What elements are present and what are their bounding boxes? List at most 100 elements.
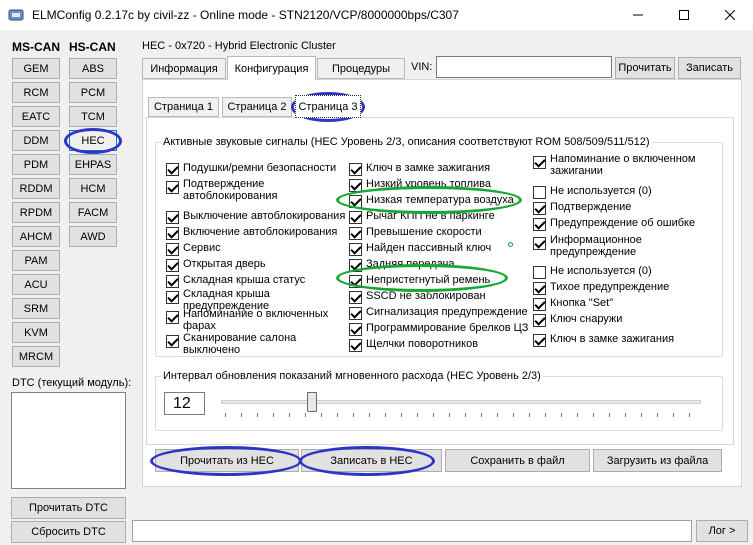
checkbox[interactable] bbox=[533, 156, 546, 169]
maximize-button[interactable] bbox=[661, 0, 707, 30]
module-button-ahcm[interactable]: AHCM bbox=[12, 226, 60, 247]
interval-value-field[interactable]: 12 bbox=[164, 392, 205, 415]
module-button-rpdm[interactable]: RPDM bbox=[12, 202, 60, 223]
interval-group-title: Интервал обновления показаний мгновенног… bbox=[161, 370, 543, 382]
vin-write-button[interactable]: Записать bbox=[678, 57, 741, 79]
checkbox[interactable] bbox=[533, 186, 546, 199]
module-header: HEC - 0x720 - Hybrid Electronic Cluster bbox=[142, 40, 336, 52]
module-button-pdm[interactable]: PDM bbox=[12, 154, 60, 175]
read-from-hec-button[interactable]: Прочитать из HEC bbox=[155, 449, 299, 472]
checkbox-label: Сервис bbox=[183, 242, 221, 254]
checkbox[interactable] bbox=[349, 259, 362, 272]
checkbox[interactable] bbox=[166, 163, 179, 176]
vin-label: VIN: bbox=[411, 61, 433, 73]
load-from-file-button[interactable]: Загрузить из файла bbox=[593, 449, 722, 472]
module-button-hec[interactable]: HEC bbox=[69, 130, 117, 151]
slider-tick bbox=[417, 413, 418, 417]
slider-tick bbox=[593, 413, 594, 417]
slider-tick bbox=[401, 413, 402, 417]
checkbox-label: Низкий уровень топлива bbox=[366, 178, 491, 190]
vin-read-button[interactable]: Прочитать bbox=[615, 57, 675, 79]
close-button[interactable] bbox=[707, 0, 753, 30]
module-button-tcm[interactable]: TCM bbox=[69, 106, 117, 127]
checkbox[interactable] bbox=[166, 227, 179, 240]
slider-tick bbox=[385, 413, 386, 417]
checkbox[interactable] bbox=[349, 227, 362, 240]
checkbox[interactable] bbox=[349, 179, 362, 192]
slider-tick bbox=[609, 413, 610, 417]
interval-slider-track[interactable] bbox=[221, 400, 701, 404]
module-button-eatc[interactable]: EATC bbox=[12, 106, 60, 127]
dtc-list[interactable] bbox=[11, 392, 126, 489]
write-to-hec-button[interactable]: Записать в HEC bbox=[301, 449, 442, 472]
slider-tick bbox=[465, 413, 466, 417]
checkbox[interactable] bbox=[349, 323, 362, 336]
module-button-abs[interactable]: ABS bbox=[69, 58, 117, 79]
checkbox[interactable] bbox=[166, 181, 179, 194]
module-button-mrcm[interactable]: MRCM bbox=[12, 346, 60, 367]
module-button-pcm[interactable]: PCM bbox=[69, 82, 117, 103]
slider-tick bbox=[545, 413, 546, 417]
checkbox[interactable] bbox=[533, 202, 546, 215]
module-button-ddm[interactable]: DDM bbox=[12, 130, 60, 151]
clear-dtc-button[interactable]: Сбросить DTC bbox=[11, 521, 126, 543]
checkbox[interactable] bbox=[349, 339, 362, 352]
checkbox[interactable] bbox=[533, 218, 546, 231]
checkbox[interactable] bbox=[349, 275, 362, 288]
module-button-rcm[interactable]: RCM bbox=[12, 82, 60, 103]
module-button-srm[interactable]: SRM bbox=[12, 298, 60, 319]
tab-information[interactable]: Информация bbox=[142, 58, 226, 79]
checkbox[interactable] bbox=[166, 259, 179, 272]
slider-tick bbox=[657, 413, 658, 417]
checkbox[interactable] bbox=[166, 311, 179, 324]
slider-tick bbox=[481, 413, 482, 417]
ms-can-label: MS-CAN bbox=[12, 40, 60, 54]
checkbox[interactable] bbox=[166, 291, 179, 304]
checkbox[interactable] bbox=[166, 243, 179, 256]
module-button-gem[interactable]: GEM bbox=[12, 58, 60, 79]
module-button-ehpas[interactable]: EHPAS bbox=[69, 154, 117, 175]
maximize-icon bbox=[679, 10, 689, 20]
module-button-hcm[interactable]: HCM bbox=[69, 178, 117, 199]
module-button-kvm[interactable]: KVM bbox=[12, 322, 60, 343]
tab-page-1[interactable]: Страница 1 bbox=[148, 97, 219, 117]
checkbox[interactable] bbox=[533, 237, 546, 250]
checkbox[interactable] bbox=[349, 195, 362, 208]
module-button-facm[interactable]: FACM bbox=[69, 202, 117, 223]
tab-page-3[interactable]: Страница 3 bbox=[295, 95, 361, 118]
checkbox[interactable] bbox=[533, 266, 546, 279]
tab-page-2[interactable]: Страница 2 bbox=[222, 97, 292, 117]
checkbox[interactable] bbox=[349, 307, 362, 320]
checkbox[interactable] bbox=[349, 211, 362, 224]
checkbox[interactable] bbox=[166, 335, 179, 348]
checkbox[interactable] bbox=[349, 243, 362, 256]
module-button-awd[interactable]: AWD bbox=[69, 226, 117, 247]
read-dtc-button[interactable]: Прочитать DTC bbox=[11, 497, 126, 519]
window-title: ELMConfig 0.2.17c by civil-zz - Online m… bbox=[32, 8, 459, 22]
vin-input[interactable] bbox=[436, 56, 612, 78]
slider-tick bbox=[241, 413, 242, 417]
tab-configuration[interactable]: Конфигурация bbox=[227, 56, 316, 80]
checkbox-label: Напоминание о включенных фарах bbox=[183, 308, 329, 332]
slider-tick bbox=[273, 413, 274, 417]
minimize-button[interactable] bbox=[615, 0, 661, 30]
checkbox[interactable] bbox=[533, 298, 546, 311]
checkbox[interactable] bbox=[166, 275, 179, 288]
checkbox-label: Включение автоблокирования bbox=[183, 226, 338, 238]
checkbox[interactable] bbox=[349, 291, 362, 304]
module-button-pam[interactable]: PAM bbox=[12, 250, 60, 271]
tab-procedures[interactable]: Процедуры bbox=[317, 58, 405, 79]
module-button-rddm[interactable]: RDDM bbox=[12, 178, 60, 199]
checkbox[interactable] bbox=[533, 334, 546, 347]
checkbox-label: Низкая температура воздуха bbox=[366, 194, 514, 206]
slider-tick bbox=[449, 413, 450, 417]
save-to-file-button[interactable]: Сохранить в файл bbox=[445, 449, 590, 472]
interval-slider-thumb[interactable] bbox=[307, 392, 318, 412]
checkbox[interactable] bbox=[533, 314, 546, 327]
checkbox[interactable] bbox=[533, 282, 546, 295]
log-button[interactable]: Лог > bbox=[696, 520, 748, 542]
checkbox[interactable] bbox=[349, 163, 362, 176]
checkbox-label: Подушки/ремни безопасности bbox=[183, 162, 337, 174]
checkbox[interactable] bbox=[166, 211, 179, 224]
module-button-acu[interactable]: ACU bbox=[12, 274, 60, 295]
